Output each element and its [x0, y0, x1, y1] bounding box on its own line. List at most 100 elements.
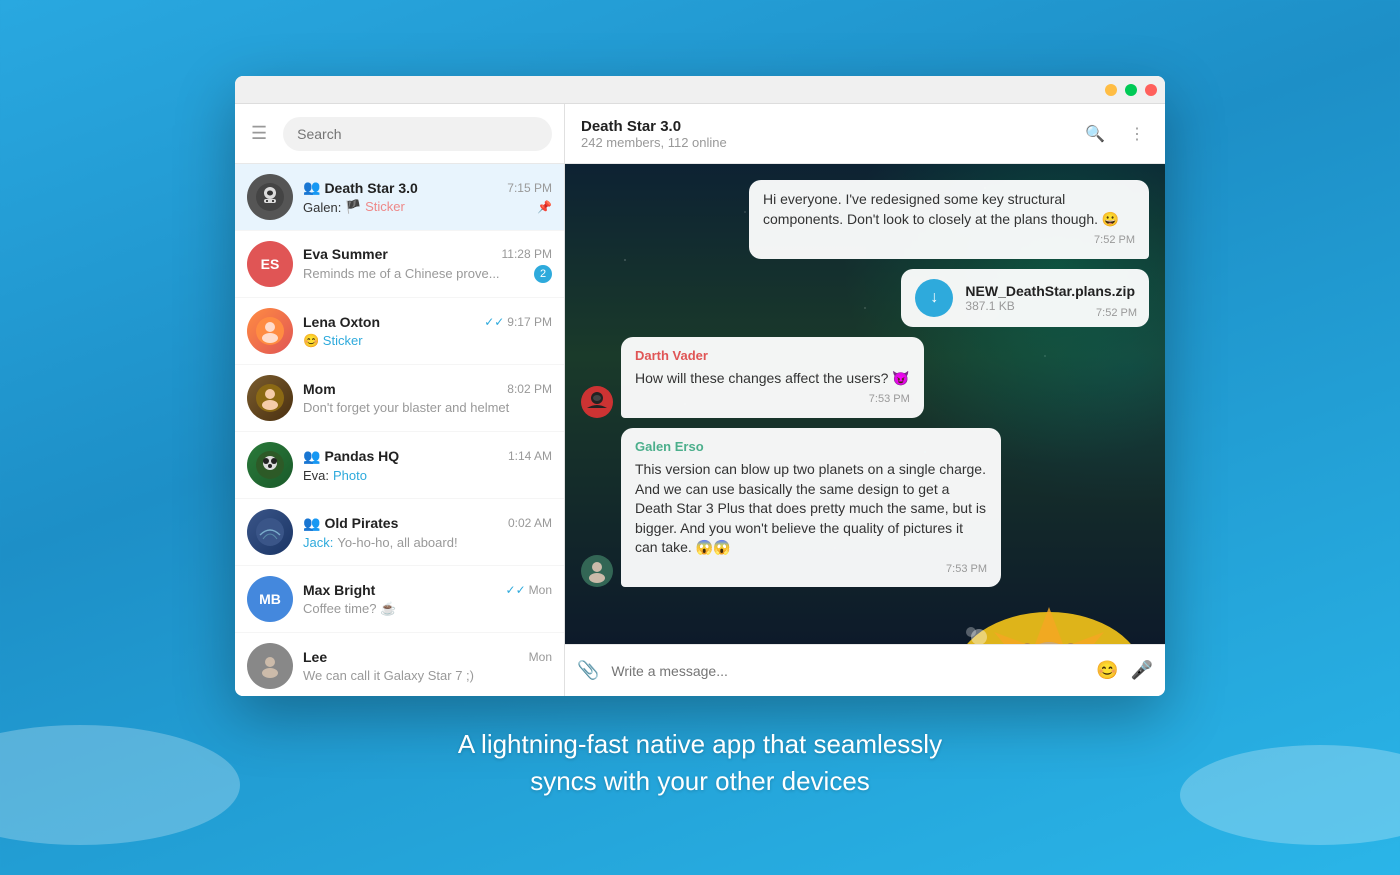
- sidebar: ☰: [235, 104, 565, 696]
- chat-time: Mon: [529, 650, 552, 664]
- avatar: [247, 308, 293, 354]
- chat-item-lee[interactable]: Lee Mon We can call it Galaxy Star 7 ;): [235, 633, 564, 696]
- chat-time: 9:17 PM: [507, 315, 552, 329]
- maximize-button[interactable]: [1125, 84, 1137, 96]
- chat-info: 👥 Death Star 3.0 7:15 PM Galen: 🏴 Sticke…: [303, 179, 552, 215]
- attach-icon[interactable]: 📎: [577, 660, 599, 681]
- chat-time: 1:14 AM: [508, 449, 552, 463]
- sticker-image: [949, 597, 1149, 644]
- chat-info: Max Bright ✓✓ Mon Coffee time? ☕: [303, 582, 552, 617]
- chat-preview: Eva: Photo: [303, 468, 552, 483]
- message-time: 7:53 PM: [635, 392, 910, 407]
- group-icon: 👥: [303, 179, 320, 196]
- message-sender: Darth Vader: [635, 347, 910, 365]
- hamburger-icon[interactable]: ☰: [247, 119, 271, 148]
- tagline: A lightning-fast native app that seamles…: [458, 726, 942, 799]
- close-button[interactable]: [1145, 84, 1157, 96]
- minimize-button[interactable]: [1105, 84, 1117, 96]
- chat-name: Lena Oxton: [303, 314, 380, 330]
- message-input[interactable]: [611, 663, 1084, 679]
- tagline-line1: A lightning-fast native app that seamles…: [458, 726, 942, 762]
- chat-info: 👥 Old Pirates 0:02 AM Jack: Yo-ho-ho, al…: [303, 515, 552, 550]
- cloud-left-decoration: [0, 725, 240, 845]
- message-bubble-galen: Galen Erso This version can blow up two …: [621, 428, 1001, 588]
- chat-name: 👥 Pandas HQ: [303, 448, 399, 465]
- chat-name: Lee: [303, 649, 327, 665]
- chat-header-status: 242 members, 112 online: [581, 135, 1081, 150]
- sidebar-header: ☰: [235, 104, 564, 164]
- group-icon: 👥: [303, 448, 320, 465]
- file-bubble: ↓ NEW_DeathStar.plans.zip 387.1 KB 7:52 …: [901, 269, 1149, 327]
- download-button[interactable]: ↓: [915, 279, 953, 317]
- chat-item-death-star[interactable]: 👥 Death Star 3.0 7:15 PM Galen: 🏴 Sticke…: [235, 164, 564, 231]
- chat-area: Death Star 3.0 242 members, 112 online 🔍…: [565, 104, 1165, 696]
- chat-preview: 😊 Sticker: [303, 333, 552, 349]
- unread-badge: 2: [534, 265, 552, 283]
- message-text: Hi everyone. I've redesigned some key st…: [763, 190, 1135, 229]
- avatar: [247, 174, 293, 220]
- chat-info: Lee Mon We can call it Galaxy Star 7 ;): [303, 649, 552, 683]
- message-time: 7:52 PM: [1096, 307, 1137, 319]
- message-text: How will these changes affect the users?…: [635, 369, 910, 389]
- chat-item-max-bright[interactable]: MB Max Bright ✓✓ Mon Coffee time? ☕: [235, 566, 564, 633]
- search-input[interactable]: [297, 126, 538, 142]
- avatar: [247, 375, 293, 421]
- chat-item-eva-summer[interactable]: ES Eva Summer 11:28 PM Reminds me of a C…: [235, 231, 564, 298]
- title-bar: [235, 76, 1165, 104]
- file-name: NEW_DeathStar.plans.zip: [965, 283, 1135, 299]
- chat-time: 11:28 PM: [502, 247, 552, 261]
- chat-preview: Coffee time? ☕: [303, 601, 552, 617]
- chat-header-actions: 🔍 ⋮: [1081, 120, 1149, 148]
- avatar: MB: [247, 576, 293, 622]
- sticker-row: 7:53 PM: [949, 597, 1149, 644]
- chat-header: Death Star 3.0 242 members, 112 online 🔍…: [565, 104, 1165, 164]
- message-text: This version can blow up two planets on …: [635, 460, 987, 558]
- chat-time: Mon: [529, 583, 552, 597]
- messages-area: Hi everyone. I've redesigned some key st…: [565, 164, 1165, 644]
- message-row-darth: Darth Vader How will these changes affec…: [581, 337, 1149, 418]
- message-input-bar: 📎 😊 🎤: [565, 644, 1165, 696]
- chat-info: Eva Summer 11:28 PM Reminds me of a Chin…: [303, 246, 552, 283]
- message-row-galen: Galen Erso This version can blow up two …: [581, 428, 1149, 588]
- chat-preview: We can call it Galaxy Star 7 ;): [303, 668, 552, 683]
- avatar: [247, 509, 293, 555]
- message-time: 7:52 PM: [763, 233, 1135, 248]
- chat-preview: Galen: 🏴 Sticker 📌: [303, 199, 552, 215]
- message-avatar-darth: [581, 386, 613, 418]
- tagline-line2: syncs with your other devices: [458, 763, 942, 799]
- chat-time: 7:15 PM: [507, 181, 552, 195]
- chat-name: Mom: [303, 381, 336, 397]
- message-avatar-galen: [581, 555, 613, 587]
- search-icon[interactable]: 🔍: [1081, 120, 1109, 148]
- chat-item-pandas-hq[interactable]: 👥 Pandas HQ 1:14 AM Eva: Photo: [235, 432, 564, 499]
- chat-name: Eva Summer: [303, 246, 388, 262]
- chat-list: 👥 Death Star 3.0 7:15 PM Galen: 🏴 Sticke…: [235, 164, 564, 696]
- chat-info: Lena Oxton ✓✓ 9:17 PM 😊 Sticker: [303, 314, 552, 349]
- more-options-icon[interactable]: ⋮: [1125, 120, 1149, 148]
- microphone-icon[interactable]: 🎤: [1131, 660, 1153, 681]
- chat-info: 👥 Pandas HQ 1:14 AM Eva: Photo: [303, 448, 552, 483]
- chat-preview: Don't forget your blaster and helmet: [303, 400, 552, 415]
- avatar: ES: [247, 241, 293, 287]
- message-bubble-outgoing: Hi everyone. I've redesigned some key st…: [749, 180, 1149, 259]
- chat-item-mom[interactable]: Mom 8:02 PM Don't forget your blaster an…: [235, 365, 564, 432]
- read-check: ✓✓: [484, 315, 504, 329]
- chat-info: Mom 8:02 PM Don't forget your blaster an…: [303, 381, 552, 415]
- emoji-icon[interactable]: 😊: [1096, 660, 1118, 681]
- chat-header-info: Death Star 3.0 242 members, 112 online: [581, 118, 1081, 150]
- chat-name: Max Bright: [303, 582, 375, 598]
- app-window: ☰: [235, 76, 1165, 696]
- chat-time: 8:02 PM: [507, 382, 552, 396]
- message-sender: Galen Erso: [635, 438, 987, 456]
- search-box: [283, 117, 552, 151]
- chat-name: 👥 Old Pirates: [303, 515, 398, 532]
- chat-item-old-pirates[interactable]: 👥 Old Pirates 0:02 AM Jack: Yo-ho-ho, al…: [235, 499, 564, 566]
- chat-time: 0:02 AM: [508, 516, 552, 530]
- chat-name: 👥 Death Star 3.0: [303, 179, 418, 196]
- pin-icon: 📌: [537, 200, 552, 214]
- message-time: 7:53 PM: [635, 562, 987, 577]
- chat-preview: Jack: Yo-ho-ho, all aboard!: [303, 535, 552, 550]
- avatar: [247, 643, 293, 689]
- chat-item-lena-oxton[interactable]: Lena Oxton ✓✓ 9:17 PM 😊 Sticker: [235, 298, 564, 365]
- chat-preview: Reminds me of a Chinese prove... 2: [303, 265, 552, 283]
